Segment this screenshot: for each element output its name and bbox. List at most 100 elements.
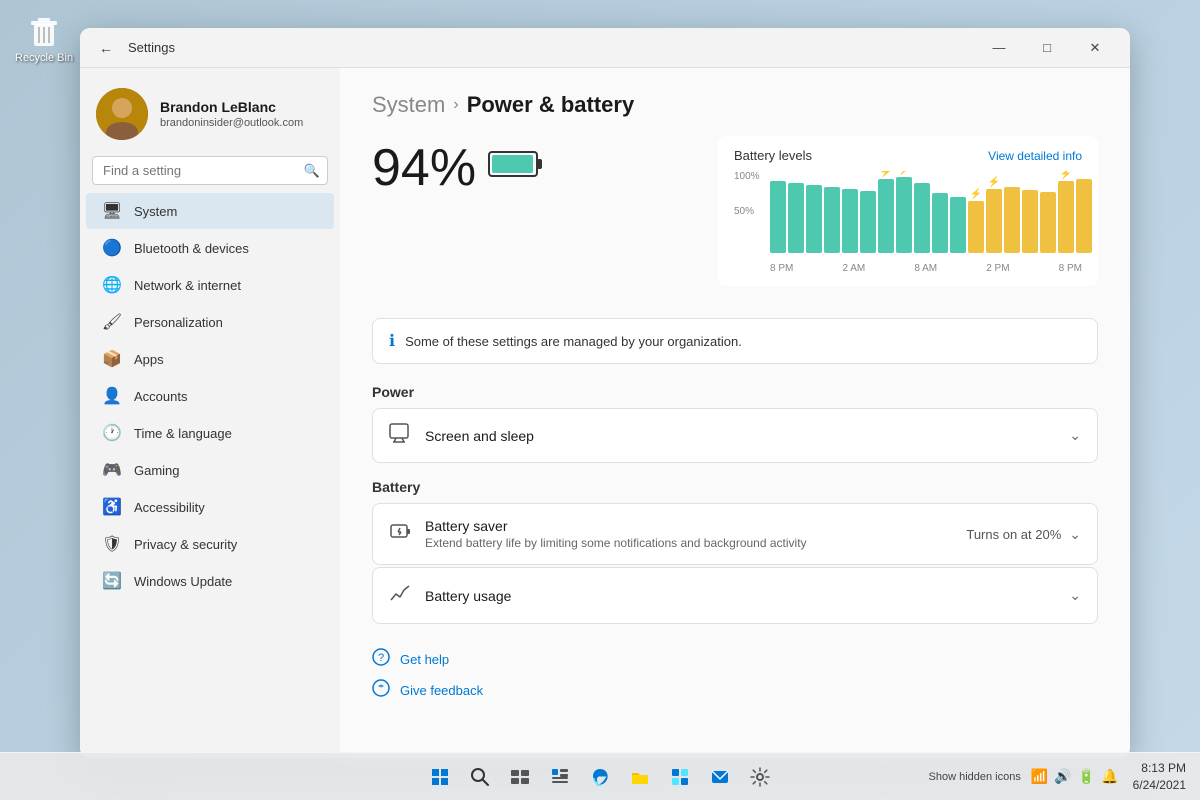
sidebar-item-network[interactable]: 🌐 Network & internet [86,267,334,303]
maximize-button[interactable]: □ [1024,32,1070,64]
taskbar-center [422,759,778,795]
chart-title: Battery levels [734,148,812,163]
screen-sleep-right: ⌄ [1069,427,1081,444]
taskbar-time[interactable]: 8:13 PM 6/24/2021 [1127,760,1192,794]
title-bar: ← Settings — □ ✕ [80,28,1130,68]
gaming-nav-icon: 🎮 [102,460,122,480]
settings-body: Brandon LeBlanc brandoninsider@outlook.c… [80,68,1130,758]
get-help-link[interactable]: ? Get help [372,648,1098,671]
battery-usage-info: Battery usage [425,588,1055,604]
wifi-icon[interactable]: 📶 [1031,768,1048,785]
system-nav-label: System [134,204,177,219]
battery-tray-icon[interactable]: 🔋 [1078,768,1095,785]
svg-text:⚡: ⚡ [970,187,982,200]
notification-icon[interactable]: 🔔 [1101,768,1118,785]
view-detailed-info-link[interactable]: View detailed info [988,149,1082,163]
task-view[interactable] [502,759,538,795]
footer-links: ? Get help Give feedback [372,648,1098,702]
sidebar-item-privacy[interactable]: 🛡 Privacy & security [86,526,334,562]
mail-app[interactable] [702,759,738,795]
chart-header: Battery levels View detailed info [734,148,1082,163]
battery-usage-icon [389,582,411,609]
breadcrumb: System › Power & battery [372,92,1098,118]
taskbar-right: Show hidden icons 📶 🔊 🔋 🔔 8:13 PM 6/24/2… [925,760,1192,794]
system-nav-icon: 🖥 [102,201,122,221]
user-info: Brandon LeBlanc brandoninsider@outlook.c… [160,99,324,129]
battery-section-header: Battery [372,479,1098,495]
privacy-nav-label: Privacy & security [134,537,237,552]
time-nav-label: Time & language [134,426,232,441]
battery-chart: Battery levels View detailed info 100% 5… [718,136,1098,286]
bluetooth-nav-label: Bluetooth & devices [134,241,249,256]
svg-text:⚡: ⚡ [1060,171,1072,180]
sidebar-item-gaming[interactable]: 🎮 Gaming [86,452,334,488]
user-profile[interactable]: Brandon LeBlanc brandoninsider@outlook.c… [80,80,340,156]
sidebar-item-system[interactable]: 🖥 System [86,193,334,229]
battery-saver-icon [389,521,411,548]
give-feedback-link[interactable]: Give feedback [372,679,1098,702]
sidebar-item-time[interactable]: 🕐 Time & language [86,415,334,451]
sidebar-item-accounts[interactable]: 👤 Accounts [86,378,334,414]
battery-saver-right: Turns on at 20% ⌄ [966,526,1081,543]
info-text: Some of these settings are managed by yo… [405,334,742,349]
taskbar-search[interactable] [462,759,498,795]
windows_update-nav-icon: 🔄 [102,571,122,591]
close-button[interactable]: ✕ [1072,32,1118,64]
battery-saver-chevron: ⌄ [1069,526,1081,543]
battery-usage-name: Battery usage [425,588,1055,604]
start-button[interactable] [422,759,458,795]
battery-usage-chevron: ⌄ [1069,587,1081,604]
edge-browser[interactable] [582,759,618,795]
svg-text:⚡: ⚡ [898,171,910,176]
breadcrumb-system: System [372,92,445,118]
battery-saver-row[interactable]: Battery saver Extend battery life by lim… [372,503,1098,565]
file-explorer[interactable] [622,759,658,795]
apps-nav-icon: 📦 [102,349,122,369]
battery-icon-large [488,149,544,187]
time-nav-icon: 🕐 [102,423,122,443]
svg-text:⚡: ⚡ [880,171,892,178]
volume-icon[interactable]: 🔊 [1054,768,1071,785]
show-hidden-icons[interactable]: Show hidden icons [925,771,1025,783]
battery-usage-row[interactable]: Battery usage ⌄ [372,567,1098,624]
sidebar: Brandon LeBlanc brandoninsider@outlook.c… [80,68,340,758]
privacy-nav-icon: 🛡 [102,534,122,554]
battery-saver-info: Battery saver Extend battery life by lim… [425,518,952,550]
accessibility-nav-icon: ♿ [102,497,122,517]
main-content: System › Power & battery 94% [340,68,1130,758]
accessibility-nav-label: Accessibility [134,500,205,515]
battery-saver-status: Turns on at 20% [966,527,1061,542]
give-feedback-icon [372,679,390,702]
screen-sleep-chevron: ⌄ [1069,427,1081,444]
breadcrumb-arrow: › [453,96,458,114]
accounts-nav-label: Accounts [134,389,187,404]
sidebar-item-bluetooth[interactable]: 🔵 Bluetooth & devices [86,230,334,266]
power-section-header: Power [372,384,1098,400]
gaming-nav-label: Gaming [134,463,180,478]
sidebar-item-personalization[interactable]: 🖌 Personalization [86,304,334,340]
desktop: Recycle Bin ← Settings — □ ✕ [0,0,1200,800]
sidebar-search: 🔍 [92,156,328,185]
screen-sleep-row[interactable]: Screen and sleep ⌄ [372,408,1098,463]
give-feedback-label: Give feedback [400,683,483,698]
settings-window: ← Settings — □ ✕ [80,28,1130,758]
settings-taskbar-button[interactable] [742,759,778,795]
recycle-bin[interactable]: Recycle Bin [15,10,73,64]
avatar [96,88,148,140]
network-nav-icon: 🌐 [102,275,122,295]
info-icon: ℹ [389,331,395,351]
nav-list: 🖥 System 🔵 Bluetooth & devices 🌐 Network… [80,193,340,599]
sidebar-item-windows_update[interactable]: 🔄 Windows Update [86,563,334,599]
sidebar-item-apps[interactable]: 📦 Apps [86,341,334,377]
search-input[interactable] [92,156,328,185]
back-button[interactable]: ← [92,34,120,62]
window-controls: — □ ✕ [976,32,1118,64]
minimize-button[interactable]: — [976,32,1022,64]
user-name: Brandon LeBlanc [160,99,324,115]
battery-saver-name: Battery saver [425,518,952,534]
sidebar-item-accessibility[interactable]: ♿ Accessibility [86,489,334,525]
widgets-button[interactable] [542,759,578,795]
store-button[interactable] [662,759,698,795]
battery-saver-desc: Extend battery life by limiting some not… [425,536,952,550]
screen-sleep-info: Screen and sleep [425,428,1055,444]
